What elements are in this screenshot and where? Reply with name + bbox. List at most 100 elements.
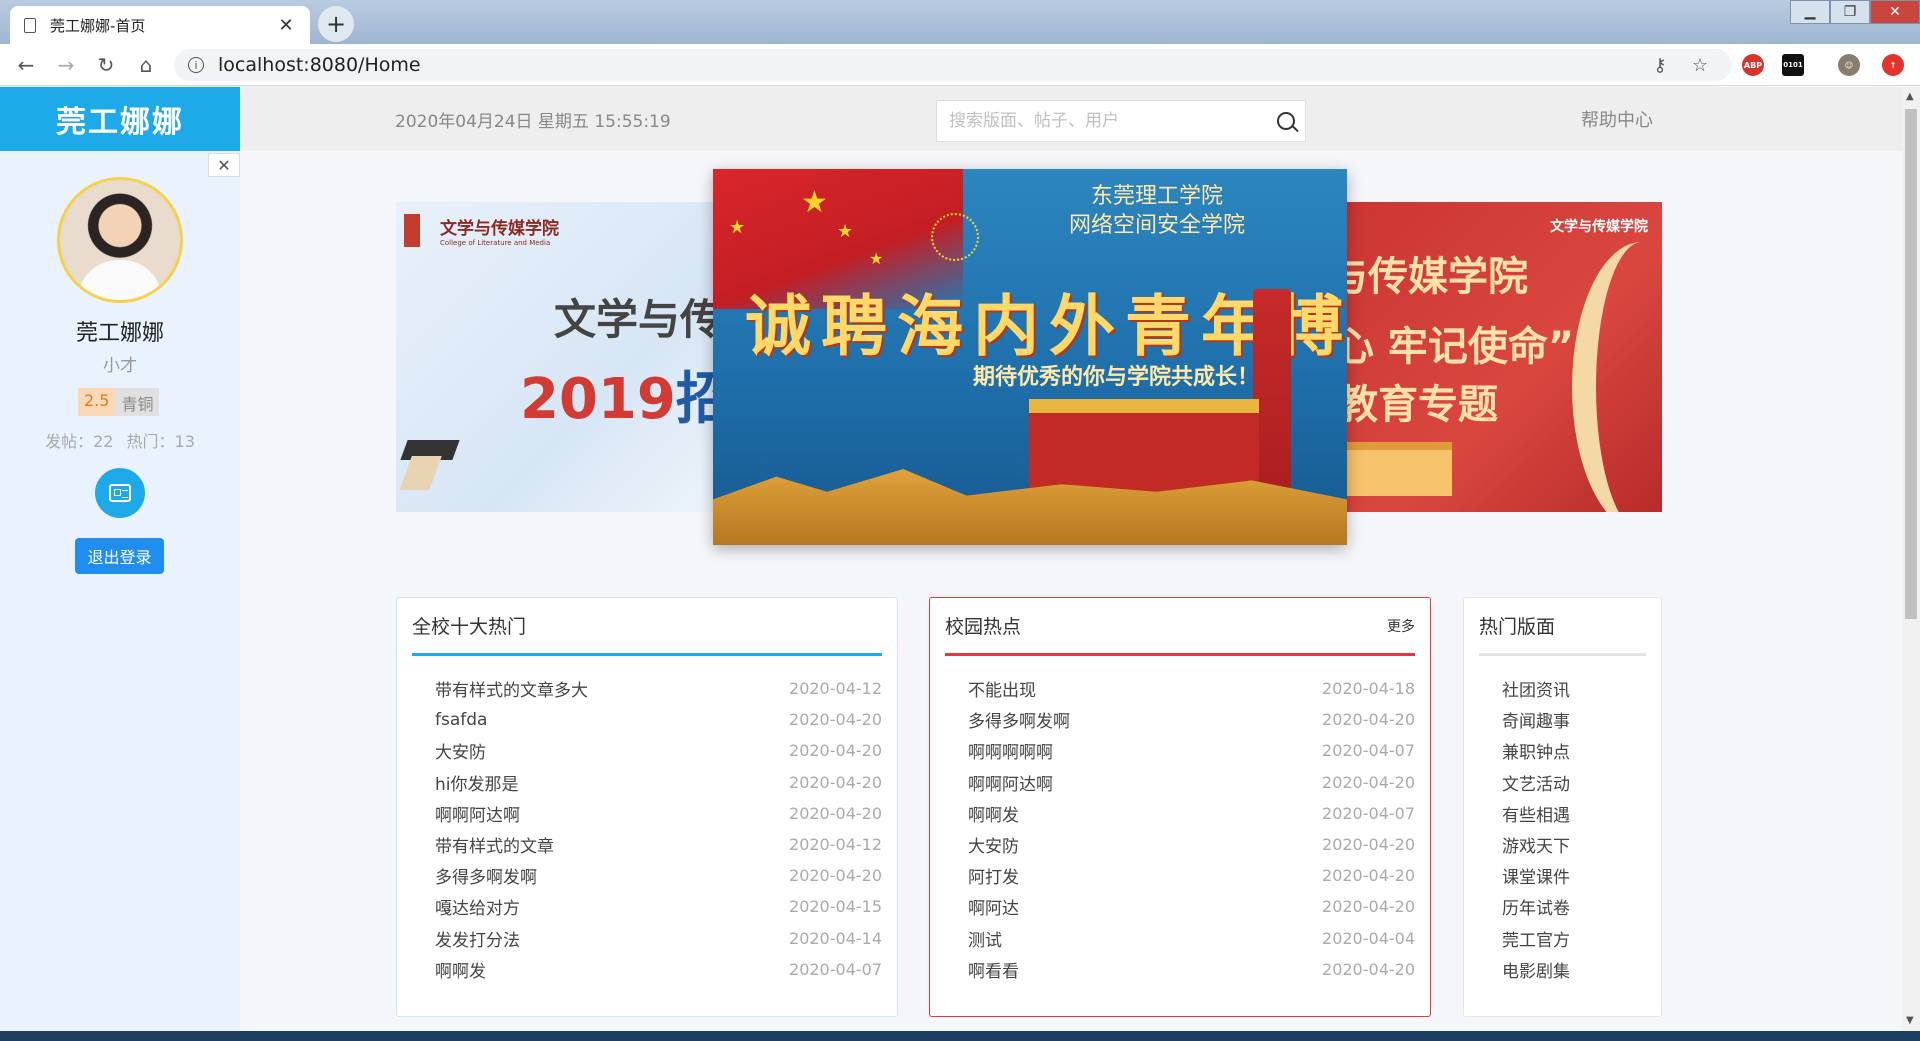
minimize-button[interactable]: ▁: [1790, 0, 1830, 24]
board-row[interactable]: 奇闻趣事: [1502, 704, 1646, 735]
item-title[interactable]: 啊啊阿达啊: [435, 801, 520, 826]
browser-tab[interactable]: 莞工娜娜-首页 ✕: [10, 6, 310, 44]
id-card-icon: [109, 484, 131, 502]
tab-close-icon[interactable]: ✕: [276, 15, 296, 36]
post-row[interactable]: 带有样式的文章 2020-04-12: [435, 829, 882, 860]
item-title[interactable]: 发发打分法: [435, 926, 520, 951]
item-title[interactable]: 有些相遇: [1502, 801, 1570, 826]
maximize-button[interactable]: ❐: [1830, 0, 1870, 24]
item-title[interactable]: 嘎达给对方: [435, 894, 520, 919]
carousel-slide-active[interactable]: ★ ★ ★ ★ 东莞理工学院 网络空间安全学院 诚聘海内外青年博士 期待优秀的你…: [713, 169, 1347, 545]
key-icon[interactable]: ⚷: [1648, 53, 1672, 77]
item-title[interactable]: 大安防: [968, 832, 1019, 857]
new-tab-button[interactable]: +: [318, 6, 354, 42]
post-row[interactable]: 多得多啊发啊 2020-04-20: [968, 704, 1415, 735]
scrollbar-thumb[interactable]: [1905, 109, 1917, 619]
item-title[interactable]: 电影剧集: [1502, 957, 1570, 982]
forward-arrow-icon[interactable]: →: [52, 51, 80, 79]
search-input[interactable]: [937, 101, 1257, 141]
item-title[interactable]: 啊啊阿达啊: [968, 770, 1053, 795]
item-title[interactable]: 课堂课件: [1502, 863, 1570, 888]
post-row[interactable]: 测试 2020-04-04: [968, 923, 1415, 954]
item-title[interactable]: 不能出现: [968, 676, 1036, 701]
home-icon[interactable]: ⌂: [132, 51, 160, 79]
scroll-up-icon[interactable]: ▲: [1906, 91, 1914, 102]
item-title[interactable]: 测试: [968, 926, 1002, 951]
avatar[interactable]: [57, 177, 183, 303]
post-row[interactable]: 啊啊阿达啊 2020-04-20: [968, 767, 1415, 798]
carousel-slide-prev[interactable]: 文学与传媒学院 College of Literature and Media …: [396, 202, 756, 512]
item-title[interactable]: 游戏天下: [1502, 832, 1570, 857]
item-title[interactable]: 带有样式的文章多大: [435, 676, 588, 701]
sidebar-close-icon[interactable]: ✕: [208, 153, 240, 177]
item-title[interactable]: 历年试卷: [1502, 894, 1570, 919]
post-row[interactable]: 大安防 2020-04-20: [968, 829, 1415, 860]
board-row[interactable]: 有些相遇: [1502, 798, 1646, 829]
item-title[interactable]: 阿打发: [968, 863, 1019, 888]
search-icon[interactable]: [1277, 112, 1295, 130]
item-title[interactable]: 兼职钟点: [1502, 738, 1570, 763]
adblock-icon[interactable]: ABP: [1742, 54, 1764, 76]
item-title[interactable]: fsafda: [435, 710, 487, 730]
post-row[interactable]: 啊啊啊啊啊 2020-04-07: [968, 735, 1415, 766]
board-row[interactable]: 社团资讯: [1502, 673, 1646, 704]
user-title: 小才: [103, 356, 137, 376]
board-row[interactable]: 兼职钟点: [1502, 735, 1646, 766]
post-row[interactable]: 大安防 2020-04-20: [435, 735, 882, 766]
reload-icon[interactable]: ↻: [92, 51, 120, 79]
post-row[interactable]: fsafda 2020-04-20: [435, 704, 882, 735]
item-title[interactable]: 啊阿达: [968, 894, 1019, 919]
item-title[interactable]: 奇闻趣事: [1502, 707, 1570, 732]
post-row[interactable]: 带有样式的文章多大 2020-04-12: [435, 673, 882, 704]
star-icon[interactable]: ☆: [1688, 53, 1712, 77]
scroll-down-icon[interactable]: ▼: [1906, 1015, 1914, 1026]
board-row[interactable]: 莞工官方: [1502, 923, 1646, 954]
post-row[interactable]: 啊看看 2020-04-20: [968, 954, 1415, 985]
item-title[interactable]: 啊啊发: [435, 957, 486, 982]
logout-button[interactable]: 退出登录: [75, 538, 164, 574]
search-box: [936, 100, 1306, 142]
board-row[interactable]: 文艺活动: [1502, 767, 1646, 798]
info-icon[interactable]: i: [188, 57, 204, 73]
page-scrollbar[interactable]: ▲ ▼: [1902, 87, 1920, 1031]
post-row[interactable]: 啊啊发 2020-04-07: [968, 798, 1415, 829]
profile-card-button[interactable]: [95, 468, 145, 518]
site-logo[interactable]: 莞工娜娜: [0, 87, 240, 151]
more-link[interactable]: 更多: [1387, 616, 1415, 636]
update-icon[interactable]: ↑: [1882, 54, 1904, 76]
item-title[interactable]: 啊啊啊啊啊: [968, 738, 1053, 763]
item-title[interactable]: 啊看看: [968, 957, 1019, 982]
item-title[interactable]: 啊啊发: [968, 801, 1019, 826]
item-date: 2020-04-20: [789, 772, 882, 792]
hot-boards-list: 社团资讯奇闻趣事兼职钟点文艺活动有些相遇游戏天下课堂课件历年试卷莞工官方电影剧集: [1502, 673, 1646, 985]
post-row[interactable]: hi你发那是 2020-04-20: [435, 767, 882, 798]
item-title[interactable]: 多得多啊发啊: [435, 863, 537, 888]
post-row[interactable]: 啊啊阿达啊 2020-04-20: [435, 798, 882, 829]
item-title[interactable]: 文艺活动: [1502, 770, 1570, 795]
post-row[interactable]: 啊阿达 2020-04-20: [968, 891, 1415, 922]
item-title[interactable]: 带有样式的文章: [435, 832, 554, 857]
item-title[interactable]: 多得多啊发啊: [968, 707, 1070, 732]
post-row[interactable]: 阿打发 2020-04-20: [968, 860, 1415, 891]
post-row[interactable]: 啊啊发 2020-04-07: [435, 954, 882, 985]
board-row[interactable]: 游戏天下: [1502, 829, 1646, 860]
board-row[interactable]: 电影剧集: [1502, 954, 1646, 985]
window-close-button[interactable]: ✕: [1870, 0, 1920, 24]
back-arrow-icon[interactable]: ←: [12, 51, 40, 79]
board-row[interactable]: 课堂课件: [1502, 860, 1646, 891]
carousel-slide-next[interactable]: 文学与传媒学院 学与传媒学院 初心 牢记使命” 题教育专题: [1302, 202, 1662, 512]
post-row[interactable]: 不能出现 2020-04-18: [968, 673, 1415, 704]
item-title[interactable]: hi你发那是: [435, 770, 519, 795]
item-title[interactable]: 社团资讯: [1502, 676, 1570, 701]
item-title[interactable]: 莞工官方: [1502, 926, 1570, 951]
post-row[interactable]: 发发打分法 2020-04-14: [435, 923, 882, 954]
help-center-link[interactable]: 帮助中心: [1581, 87, 1653, 151]
item-title[interactable]: 大安防: [435, 738, 486, 763]
hot-count: 热门：13: [126, 432, 195, 451]
profile-extension-icon[interactable]: ☺: [1838, 54, 1860, 76]
url-field[interactable]: i localhost:8080/Home: [174, 49, 1732, 81]
post-row[interactable]: 嘎达给对方 2020-04-15: [435, 891, 882, 922]
binary-extension-icon[interactable]: 0101: [1782, 54, 1804, 76]
board-row[interactable]: 历年试卷: [1502, 891, 1646, 922]
post-row[interactable]: 多得多啊发啊 2020-04-20: [435, 860, 882, 891]
